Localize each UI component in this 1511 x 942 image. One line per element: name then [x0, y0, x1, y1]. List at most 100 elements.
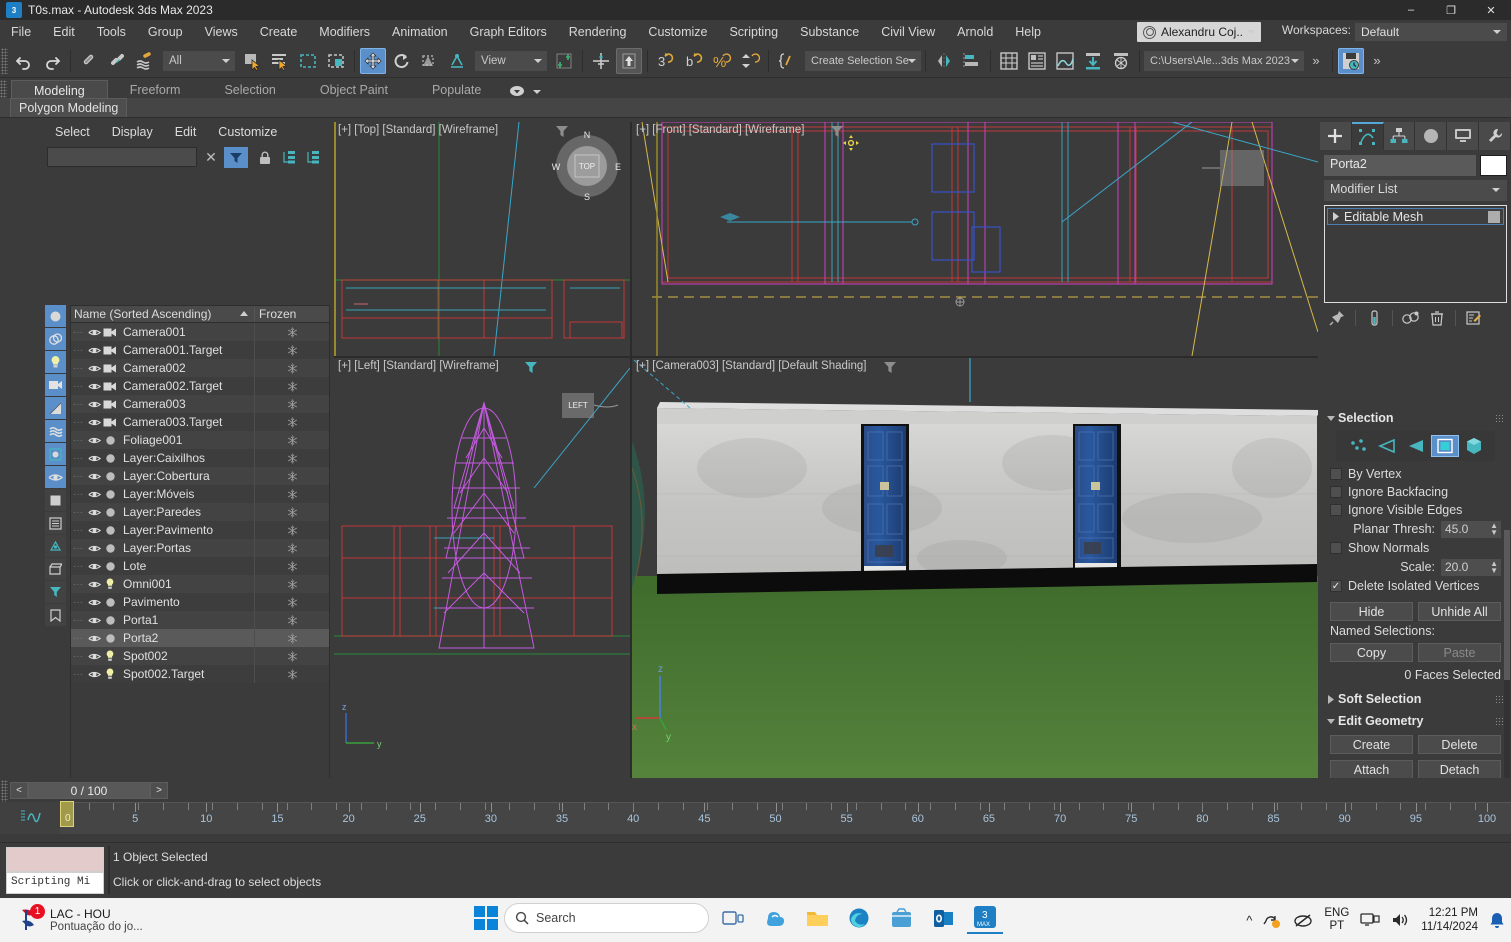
planar-thresh-field[interactable]: 45.0 ▲ ▼: [1441, 520, 1501, 538]
explorer-menu-select[interactable]: Select: [44, 120, 101, 144]
filter-space-warps-icon[interactable]: [45, 420, 66, 442]
frozen-cell-icon[interactable]: [254, 629, 330, 647]
filter-frozen-icon[interactable]: [45, 489, 66, 511]
viewport-camera[interactable]: z x y [+] [Camera003] [Standard] [Defaul…: [632, 358, 1318, 778]
object-name-field[interactable]: Porta2: [1324, 155, 1476, 176]
frozen-cell-icon[interactable]: [254, 485, 330, 503]
layer-explorer-icon[interactable]: [737, 48, 763, 74]
table-row[interactable]: ··· Porta2: [70, 629, 330, 647]
project-folder-combo[interactable]: C:\Users\Ale...3ds Max 2023: [1144, 50, 1304, 71]
rollout-header-selection[interactable]: Selection: [1324, 409, 1507, 427]
lock-icon[interactable]: [256, 148, 274, 167]
frozen-cell-icon[interactable]: [254, 593, 330, 611]
show-normals-checkbox[interactable]: [1330, 542, 1342, 554]
frozen-cell-icon[interactable]: [254, 611, 330, 629]
show-normals-row[interactable]: Show Normals: [1324, 539, 1507, 557]
filter-shapes-icon[interactable]: [45, 328, 66, 350]
create-button[interactable]: Create: [1330, 735, 1413, 754]
menu-help[interactable]: Help: [1004, 20, 1052, 44]
explorer-menu-display[interactable]: Display: [101, 120, 164, 144]
ribbon-tab-modeling[interactable]: Modeling: [11, 80, 108, 100]
prev-frame-button[interactable]: <: [10, 782, 28, 799]
configure-modifier-sets-icon[interactable]: [1461, 307, 1487, 329]
select-and-place-icon[interactable]: [444, 48, 470, 74]
menu-file[interactable]: File: [0, 20, 42, 44]
ignore-visible-edges-checkbox[interactable]: [1330, 504, 1342, 516]
table-row[interactable]: ··· Layer:Paredes: [70, 503, 330, 521]
filter-bookmark-icon[interactable]: [45, 604, 66, 626]
table-row[interactable]: ··· Spot002: [70, 647, 330, 665]
frozen-cell-icon[interactable]: [254, 359, 330, 377]
column-frozen[interactable]: Frozen: [254, 306, 330, 321]
ribbon-grip[interactable]: [0, 80, 7, 100]
filter-funnel-icon[interactable]: [45, 581, 66, 603]
explorer-menu-edit[interactable]: Edit: [164, 120, 208, 144]
visibility-eye-icon[interactable]: [86, 670, 102, 679]
frozen-cell-icon[interactable]: [254, 665, 330, 683]
menu-customize[interactable]: Customize: [637, 20, 718, 44]
rollout-header-edit-geometry[interactable]: Edit Geometry: [1324, 712, 1507, 730]
menu-group[interactable]: Group: [137, 20, 194, 44]
mirror-geometry-icon[interactable]: [931, 48, 957, 74]
maxscript-listener-input[interactable]: Scripting Mi: [6, 872, 104, 894]
maxscript-listener-output[interactable]: [6, 847, 104, 872]
select-and-move-icon[interactable]: [360, 47, 386, 74]
clear-search-icon[interactable]: ✕: [202, 148, 220, 166]
ribbon-subtab-polygon-modeling[interactable]: Polygon Modeling: [10, 98, 128, 117]
3ds-max-taskbar-icon[interactable]: 3 MAX: [967, 902, 1003, 934]
unhide-all-button[interactable]: Unhide All: [1418, 602, 1501, 621]
spinner-arrows-icon[interactable]: ▲ ▼: [1490, 559, 1498, 574]
rollout-grip-icon[interactable]: [1495, 717, 1503, 725]
select-vertex-icon[interactable]: [1343, 435, 1372, 457]
menu-graph-editors[interactable]: Graph Editors: [459, 20, 558, 44]
visibility-eye-icon[interactable]: [86, 490, 102, 499]
rectangular-selection-region-icon[interactable]: [295, 48, 321, 74]
menu-scripting[interactable]: Scripting: [718, 20, 789, 44]
filter-containers-icon[interactable]: [45, 558, 66, 580]
table-row[interactable]: ··· Omni001: [70, 575, 330, 593]
filter-bones-icon[interactable]: [45, 443, 66, 465]
taskbar-clock[interactable]: 12:21 PM 11/14/2024: [1421, 906, 1478, 934]
modifier-toggle-icon[interactable]: [1488, 210, 1500, 223]
frozen-cell-icon[interactable]: [254, 323, 330, 341]
visibility-eye-icon[interactable]: [86, 454, 102, 463]
visibility-eye-icon[interactable]: [86, 436, 102, 445]
microsoft-store-icon[interactable]: [883, 902, 919, 934]
render-setup-icon[interactable]: [1024, 48, 1050, 74]
explorer-menu-customize[interactable]: Customize: [207, 120, 288, 144]
current-frame-field[interactable]: 0 / 100: [28, 782, 150, 799]
tab-hierarchy[interactable]: [1383, 122, 1416, 150]
menu-substance[interactable]: Substance: [789, 20, 870, 44]
tab-create[interactable]: [1320, 122, 1352, 150]
table-row[interactable]: ··· Spot002.Target: [70, 665, 330, 683]
workspace-select[interactable]: Default: [1355, 23, 1507, 41]
select-edge-icon[interactable]: [1372, 435, 1401, 457]
expand-triangle-icon[interactable]: [1328, 212, 1344, 221]
next-frame-button[interactable]: >: [150, 782, 168, 799]
explorer-search-input[interactable]: [47, 147, 197, 167]
language-indicator[interactable]: ENG PT: [1324, 907, 1349, 933]
align-icon[interactable]: %: [709, 48, 735, 74]
start-button-icon[interactable]: [474, 906, 498, 930]
tab-display[interactable]: [1447, 122, 1480, 150]
ribbon-options-icon[interactable]: [503, 80, 546, 100]
select-and-scale-icon[interactable]: [416, 48, 442, 74]
pin-stack-icon[interactable]: [1324, 307, 1350, 329]
visibility-eye-icon[interactable]: [86, 418, 102, 427]
ignore-backfacing-checkbox[interactable]: [1330, 486, 1342, 498]
use-pivot-point-center-icon[interactable]: [551, 48, 577, 74]
material-editor-icon[interactable]: [996, 48, 1022, 74]
tab-modify[interactable]: [1351, 122, 1384, 150]
ignore-backfacing-row[interactable]: Ignore Backfacing: [1324, 483, 1507, 501]
notification-toast[interactable]: 1 LAC - HOU Pontuação do jo...: [18, 902, 218, 938]
make-unique-icon[interactable]: [1398, 307, 1424, 329]
viewport-funnel-icon[interactable]: [883, 361, 897, 374]
angle-snap-toggle-icon[interactable]: [616, 47, 642, 74]
visibility-eye-icon[interactable]: [86, 364, 102, 373]
volume-icon[interactable]: [1391, 912, 1410, 928]
visibility-eye-icon[interactable]: [86, 634, 102, 643]
object-color-swatch[interactable]: [1480, 155, 1507, 176]
frozen-cell-icon[interactable]: [254, 647, 330, 665]
visibility-eye-icon[interactable]: [86, 346, 102, 355]
reference-coordinate-select[interactable]: View: [475, 50, 547, 71]
